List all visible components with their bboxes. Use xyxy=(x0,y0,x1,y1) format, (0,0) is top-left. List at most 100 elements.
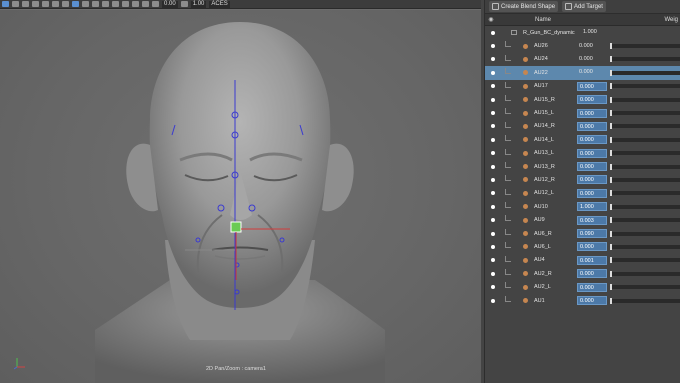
slider-thumb[interactable] xyxy=(610,56,612,63)
slider-thumb[interactable] xyxy=(610,96,612,103)
slider-thumb[interactable] xyxy=(610,297,612,304)
target-weight-field[interactable]: 0.000 xyxy=(577,108,607,118)
visibility-toggle[interactable] xyxy=(491,218,495,223)
camera-icon[interactable] xyxy=(12,1,19,7)
weight-slider[interactable] xyxy=(610,163,680,170)
target-row[interactable]: AU1 0.000 xyxy=(485,294,680,307)
target-weight-field[interactable]: 0.000 xyxy=(577,55,607,64)
visibility-toggle[interactable] xyxy=(491,124,495,129)
target-weight-field[interactable]: 0.000 xyxy=(577,81,607,91)
target-weight-field[interactable]: 0.003 xyxy=(577,215,607,225)
target-row[interactable]: AU2_L 0.000 xyxy=(485,280,680,293)
visibility-toggle[interactable] xyxy=(491,191,495,196)
weight-slider[interactable] xyxy=(610,110,680,117)
film-gate-icon[interactable] xyxy=(132,1,139,7)
target-row[interactable]: AU13_R 0.000 xyxy=(485,160,680,173)
name-column-header[interactable]: Name xyxy=(497,17,589,23)
slider-thumb[interactable] xyxy=(610,270,612,277)
weight-slider[interactable] xyxy=(610,83,680,90)
create-blend-shape-button[interactable]: Create Blend Shape xyxy=(489,1,559,12)
visibility-toggle[interactable] xyxy=(491,244,495,249)
visibility-toggle[interactable] xyxy=(491,30,495,35)
gamma-icon[interactable] xyxy=(180,1,188,7)
weight-slider[interactable] xyxy=(610,284,680,291)
weight-slider[interactable] xyxy=(610,123,680,130)
slider-thumb[interactable] xyxy=(610,136,612,143)
bookmark-icon[interactable] xyxy=(22,1,29,7)
slider-thumb[interactable] xyxy=(610,217,612,224)
target-weight-field[interactable]: 0.090 xyxy=(577,229,607,239)
xray-icon[interactable] xyxy=(102,1,109,7)
target-weight-field[interactable]: 0.000 xyxy=(577,68,607,77)
target-row[interactable]: AU24 0.000 xyxy=(485,53,680,66)
visibility-toggle[interactable] xyxy=(491,271,495,276)
visibility-toggle[interactable] xyxy=(491,204,495,209)
viewport[interactable]: 0.00 1.00 ACES 2D Pan/Zoom: camera1 xyxy=(0,0,481,383)
slider-thumb[interactable] xyxy=(610,83,612,90)
visibility-toggle[interactable] xyxy=(491,177,495,182)
weight-slider[interactable] xyxy=(610,69,680,76)
visibility-toggle[interactable] xyxy=(491,285,495,290)
select-icon[interactable] xyxy=(2,1,9,7)
visibility-toggle[interactable] xyxy=(491,137,495,142)
shadow-icon[interactable] xyxy=(82,1,89,7)
target-row[interactable]: AU15_R 0.000 xyxy=(485,93,680,106)
weight-slider[interactable] xyxy=(610,43,680,50)
target-weight-field[interactable]: 0.000 xyxy=(577,242,607,252)
target-weight-field[interactable]: 0.000 xyxy=(577,148,607,158)
target-weight-field[interactable]: 0.001 xyxy=(577,255,607,265)
weight-slider[interactable] xyxy=(610,270,680,277)
slider-thumb[interactable] xyxy=(610,257,612,264)
weight-slider[interactable] xyxy=(610,176,680,183)
visibility-toggle[interactable] xyxy=(491,258,495,263)
isolate-icon[interactable] xyxy=(112,1,119,7)
slider-thumb[interactable] xyxy=(610,43,612,50)
target-row[interactable]: AU6_L 0.000 xyxy=(485,240,680,253)
target-weight-field[interactable]: 0.000 xyxy=(577,121,607,131)
weight-slider[interactable] xyxy=(610,190,680,197)
target-row[interactable]: AU15_L 0.000 xyxy=(485,106,680,119)
slider-thumb[interactable] xyxy=(610,123,612,130)
target-row[interactable]: AU2_R 0.000 xyxy=(485,267,680,280)
target-weight-field[interactable]: 0.000 xyxy=(577,162,607,172)
shaded-icon[interactable] xyxy=(52,1,59,7)
visibility-toggle[interactable] xyxy=(491,97,495,102)
wireframe-icon[interactable] xyxy=(42,1,49,7)
slider-thumb[interactable] xyxy=(610,284,612,291)
target-weight-field[interactable]: 0.000 xyxy=(577,95,607,105)
slider-thumb[interactable] xyxy=(610,110,612,117)
weight-slider[interactable] xyxy=(610,243,680,250)
visibility-toggle[interactable] xyxy=(491,70,495,75)
target-row[interactable]: AU17 0.000 xyxy=(485,80,680,93)
visibility-toggle[interactable] xyxy=(491,298,495,303)
target-row[interactable]: AU10 1.000 xyxy=(485,200,680,213)
weight-slider[interactable] xyxy=(610,297,680,304)
target-weight-field[interactable]: 0.000 xyxy=(577,188,607,198)
lighting-icon[interactable] xyxy=(72,1,79,7)
weight-slider[interactable] xyxy=(610,217,680,224)
target-row[interactable]: AU26 0.000 xyxy=(485,39,680,52)
visibility-toggle[interactable] xyxy=(491,84,495,89)
slider-thumb[interactable] xyxy=(610,163,612,170)
slider-thumb[interactable] xyxy=(610,190,612,197)
target-row[interactable]: AU12_R 0.000 xyxy=(485,173,680,186)
visibility-toggle[interactable] xyxy=(491,57,495,62)
exposure-field[interactable]: 0.00 xyxy=(162,0,178,8)
slider-thumb[interactable] xyxy=(610,176,612,183)
target-row[interactable]: AU13_L 0.000 xyxy=(485,147,680,160)
visibility-eye-icon[interactable]: ◉ xyxy=(485,16,497,23)
weight-slider[interactable] xyxy=(610,96,680,103)
target-row[interactable]: AU4 0.001 xyxy=(485,254,680,267)
safe-action-icon[interactable] xyxy=(142,1,149,7)
gamma-field[interactable]: 1.00 xyxy=(190,0,207,8)
visibility-toggle[interactable] xyxy=(491,44,495,49)
grid-icon[interactable] xyxy=(32,1,39,7)
slider-thumb[interactable] xyxy=(610,150,612,157)
weight-slider[interactable] xyxy=(610,150,680,157)
blendshape-value[interactable]: 1.000 xyxy=(581,28,611,37)
visibility-toggle[interactable] xyxy=(491,151,495,156)
add-target-button[interactable]: Add Target xyxy=(562,1,606,12)
target-weight-field[interactable]: 0.000 xyxy=(577,296,607,305)
target-weight-field[interactable]: 0.000 xyxy=(577,282,607,292)
ao-icon[interactable] xyxy=(92,1,99,7)
